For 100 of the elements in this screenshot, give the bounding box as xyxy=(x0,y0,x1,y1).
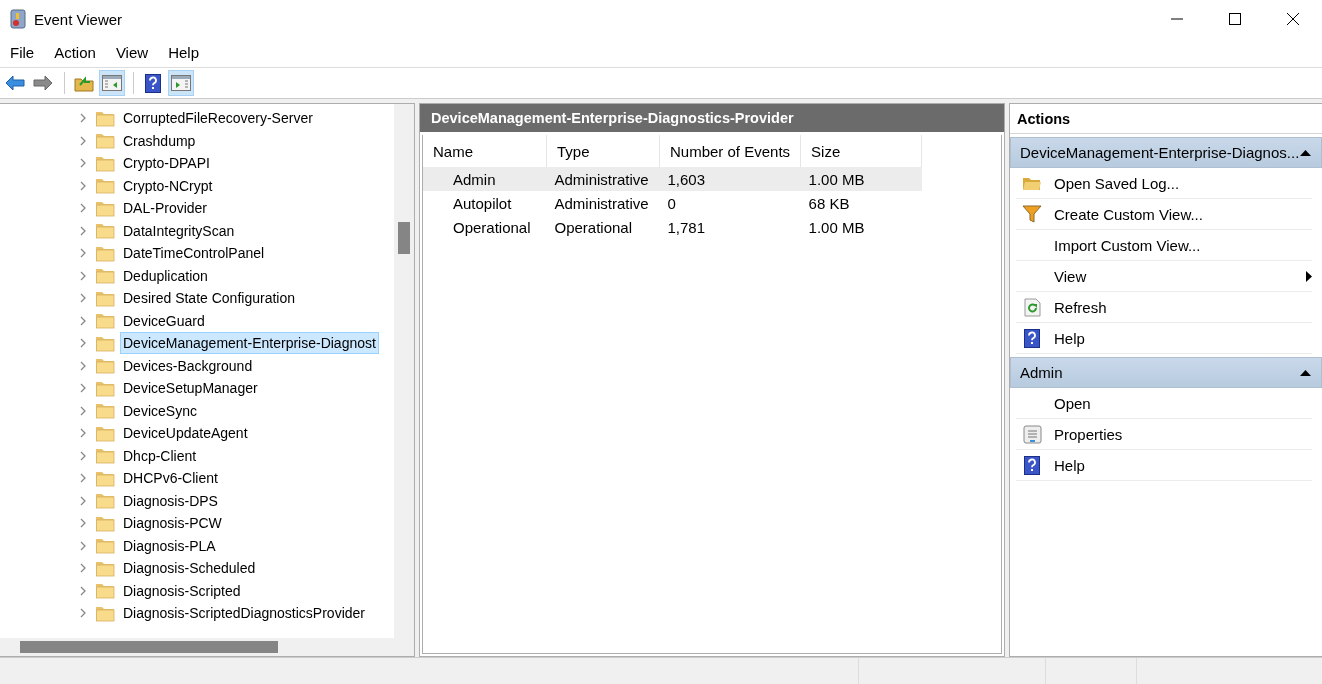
collapsed-chevron-icon[interactable] xyxy=(78,270,88,281)
tree-item[interactable]: DeviceSetupManager xyxy=(120,377,261,400)
pane-title: Actions xyxy=(1010,104,1322,134)
pane-command[interactable]: Refresh xyxy=(1048,298,1312,316)
collapsed-chevron-icon[interactable] xyxy=(78,450,88,461)
menu-item[interactable]: View xyxy=(107,44,157,61)
scrollbar-thumb[interactable] xyxy=(398,222,410,254)
tree-item[interactable]: Diagnosis-PCW xyxy=(120,512,225,535)
pane-command[interactable]: Create Custom View... xyxy=(1048,205,1312,223)
scrollbar-thumb[interactable] xyxy=(20,641,278,653)
window-title: Event Viewer xyxy=(34,10,123,28)
tree-item[interactable]: Desired State Configuration xyxy=(120,287,298,310)
tree-item[interactable]: Diagnosis-DPS xyxy=(120,489,221,512)
log-row[interactable]: Admin Administrative 1,603 1.00 MB xyxy=(423,167,922,191)
folder-icon xyxy=(95,222,115,240)
tree-item[interactable]: Crypto-DPAPI xyxy=(120,152,213,175)
tree-item[interactable]: DataIntegrityScan xyxy=(120,219,238,242)
help-icon xyxy=(1024,455,1040,475)
pane-command[interactable]: View xyxy=(1048,267,1306,285)
collapse-arrow-icon[interactable] xyxy=(1300,369,1311,376)
collapsed-chevron-icon[interactable] xyxy=(78,135,88,146)
folder-icon xyxy=(95,132,115,150)
tree-item[interactable]: DeviceSync xyxy=(120,399,200,422)
collapsed-chevron-icon[interactable] xyxy=(78,248,88,259)
tree-item[interactable]: Devices-Background xyxy=(120,354,256,377)
minimize-icon xyxy=(1171,18,1183,20)
pane-command[interactable]: Open Saved Log... xyxy=(1048,174,1312,192)
tree-item[interactable]: Diagnosis-ScriptedDiagnosticsProvider xyxy=(120,602,368,625)
tree-item[interactable]: CorruptedFileRecovery-Server xyxy=(120,107,316,130)
pane-left-button[interactable] xyxy=(99,70,125,96)
table-cell: Operational xyxy=(453,218,531,236)
log-row[interactable]: Operational Operational 1,781 1.00 MB xyxy=(423,215,922,239)
folder-icon xyxy=(95,244,115,262)
pane-command[interactable]: Help xyxy=(1048,329,1312,347)
collapsed-chevron-icon[interactable] xyxy=(78,158,88,169)
collapsed-chevron-icon[interactable] xyxy=(78,585,88,596)
collapsed-chevron-icon[interactable] xyxy=(78,608,88,619)
refresh-icon xyxy=(1023,297,1041,317)
folder-icon xyxy=(95,514,115,532)
pane-command[interactable]: Help xyxy=(1048,456,1312,474)
tree-item[interactable]: Deduplication xyxy=(120,264,211,287)
pane-command[interactable]: Properties xyxy=(1048,425,1312,443)
collapsed-chevron-icon[interactable] xyxy=(78,405,88,416)
collapsed-chevron-icon[interactable] xyxy=(78,293,88,304)
pane-right-button[interactable] xyxy=(168,70,194,96)
tree-item[interactable]: DHCPv6-Client xyxy=(120,467,221,490)
tree-item[interactable]: DAL-Provider xyxy=(120,197,211,220)
folder-icon xyxy=(95,177,115,195)
collapsed-chevron-icon[interactable] xyxy=(78,360,88,371)
tree-item[interactable]: Diagnosis-Scheduled xyxy=(120,557,259,580)
collapsed-chevron-icon[interactable] xyxy=(78,315,88,326)
tree-item[interactable]: DeviceManagement-Enterprise-Diagnost xyxy=(120,332,379,355)
tree-item[interactable]: Crypto-NCrypt xyxy=(120,174,216,197)
collapsed-chevron-icon[interactable] xyxy=(78,383,88,394)
collapsed-chevron-icon[interactable] xyxy=(78,180,88,191)
tree-item[interactable]: DeviceGuard xyxy=(120,309,208,332)
folder-icon xyxy=(95,559,115,577)
properties-icon xyxy=(1022,424,1042,444)
close-icon xyxy=(1287,13,1299,25)
collapsed-chevron-icon[interactable] xyxy=(78,495,88,506)
pane-title: DeviceManagement-Enterprise-Diagnostics-Provider xyxy=(420,104,1004,132)
table-cell: Operational xyxy=(554,218,633,236)
tree-item[interactable]: Crashdump xyxy=(120,129,199,152)
collapse-arrow-icon[interactable] xyxy=(1300,149,1311,156)
tree-item[interactable]: DeviceUpdateAgent xyxy=(120,422,251,445)
log-row[interactable]: Autopilot Administrative 0 68 KB xyxy=(423,191,922,215)
collapsed-chevron-icon[interactable] xyxy=(78,338,88,349)
folder-icon xyxy=(95,604,115,622)
folder-icon xyxy=(95,199,115,217)
menu-item[interactable]: Action xyxy=(46,44,104,61)
folder-icon xyxy=(1022,175,1042,191)
tree-item[interactable]: DateTimeControlPanel xyxy=(120,242,268,265)
collapsed-chevron-icon[interactable] xyxy=(78,540,88,551)
section-header[interactable]: Admin xyxy=(1010,357,1322,388)
table-cell: 1,781 xyxy=(667,218,706,236)
tree-item[interactable]: Dhcp-Client xyxy=(120,444,200,467)
table-cell: Administrative xyxy=(554,170,649,188)
menu-item[interactable]: File xyxy=(2,44,43,61)
collapsed-chevron-icon[interactable] xyxy=(78,473,88,484)
pane-left-icon xyxy=(102,75,122,91)
folder-icon xyxy=(95,379,115,397)
collapsed-chevron-icon[interactable] xyxy=(78,225,88,236)
collapsed-chevron-icon[interactable] xyxy=(78,518,88,529)
pane-command[interactable]: Open xyxy=(1048,394,1312,412)
pane-command[interactable]: Import Custom View... xyxy=(1048,236,1312,254)
section-header[interactable]: DeviceManagement-Enterprise-Diagnos... xyxy=(1010,137,1322,168)
collapsed-chevron-icon[interactable] xyxy=(78,563,88,574)
folder-icon xyxy=(95,334,115,352)
table-cell: 68 KB xyxy=(808,194,850,212)
table-cell: 1.00 MB xyxy=(808,170,865,188)
collapsed-chevron-icon[interactable] xyxy=(78,113,88,124)
folder-icon xyxy=(95,289,115,307)
table-cell: 1,603 xyxy=(667,170,706,188)
collapsed-chevron-icon[interactable] xyxy=(78,428,88,439)
folder-icon xyxy=(95,154,115,172)
menu-item[interactable]: Help xyxy=(160,44,207,61)
help-icon xyxy=(1024,328,1040,348)
collapsed-chevron-icon[interactable] xyxy=(78,203,88,214)
tree-item[interactable]: Diagnosis-PLA xyxy=(120,534,219,557)
tree-item[interactable]: Diagnosis-Scripted xyxy=(120,579,244,602)
